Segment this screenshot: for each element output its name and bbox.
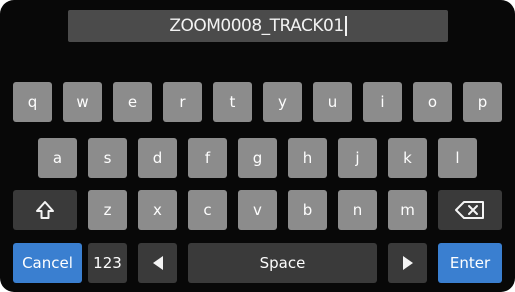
key-x[interactable]: x: [138, 190, 177, 230]
key-f[interactable]: f: [188, 138, 227, 178]
key-d[interactable]: d: [138, 138, 177, 178]
name-input-field[interactable]: ZOOM0008_TRACK01: [68, 10, 448, 42]
key-y[interactable]: y: [263, 82, 302, 122]
key-g[interactable]: g: [238, 138, 277, 178]
key-h[interactable]: h: [288, 138, 327, 178]
key-r[interactable]: r: [163, 82, 202, 122]
shift-key[interactable]: [13, 190, 77, 230]
key-o[interactable]: o: [413, 82, 452, 122]
backspace-key[interactable]: [438, 190, 502, 230]
key-v[interactable]: v: [238, 190, 277, 230]
cursor-left-key[interactable]: [138, 243, 177, 283]
key-c[interactable]: c: [188, 190, 227, 230]
key-a[interactable]: a: [38, 138, 77, 178]
text-cursor: [344, 16, 347, 36]
key-t[interactable]: t: [213, 82, 252, 122]
key-u[interactable]: u: [313, 82, 352, 122]
key-q[interactable]: q: [13, 82, 52, 122]
key-m[interactable]: m: [388, 190, 427, 230]
key-s[interactable]: s: [88, 138, 127, 178]
key-b[interactable]: b: [288, 190, 327, 230]
cursor-right-key[interactable]: [388, 243, 427, 283]
name-input-value: ZOOM0008_TRACK01: [169, 16, 344, 36]
space-key[interactable]: Space: [188, 243, 377, 283]
key-z[interactable]: z: [88, 190, 127, 230]
cancel-button[interactable]: Cancel: [13, 243, 82, 283]
key-i[interactable]: i: [363, 82, 402, 122]
enter-button[interactable]: Enter: [438, 243, 502, 283]
key-w[interactable]: w: [63, 82, 102, 122]
numbers-key[interactable]: 123: [88, 243, 127, 283]
backspace-icon: [454, 200, 486, 220]
right-triangle-icon: [402, 255, 414, 271]
key-k[interactable]: k: [388, 138, 427, 178]
left-triangle-icon: [152, 255, 164, 271]
shift-up-arrow-icon: [35, 200, 55, 220]
key-j[interactable]: j: [338, 138, 377, 178]
keyboard-screen: ZOOM0008_TRACK01 q w e r t y u i o p a s…: [0, 0, 515, 292]
key-e[interactable]: e: [113, 82, 152, 122]
key-n[interactable]: n: [338, 190, 377, 230]
key-p[interactable]: p: [463, 82, 502, 122]
key-l[interactable]: l: [438, 138, 477, 178]
